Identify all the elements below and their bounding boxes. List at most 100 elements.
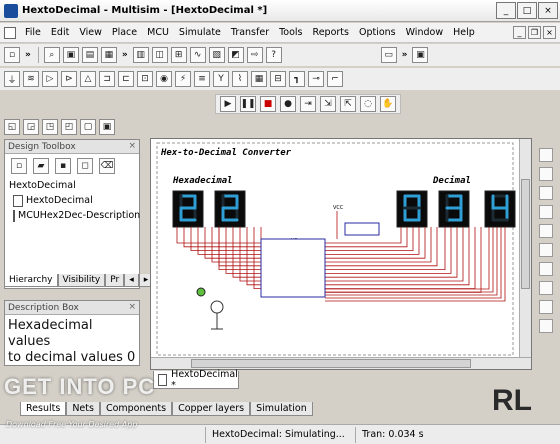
- wattmeter-icon[interactable]: [539, 186, 553, 200]
- stop-icon[interactable]: ■: [260, 96, 276, 112]
- zoom-icon[interactable]: ⌕: [43, 47, 60, 63]
- open-design-icon[interactable]: ▰: [33, 158, 49, 174]
- word-generator-icon[interactable]: [539, 243, 553, 257]
- grapher-icon[interactable]: ∿: [189, 47, 206, 63]
- toolbar-overflow-icon[interactable]: »: [122, 50, 128, 60]
- power-icon[interactable]: ⚡: [175, 71, 191, 87]
- menu-help[interactable]: Help: [448, 27, 480, 38]
- virtual-icon[interactable]: ▣: [99, 119, 115, 135]
- menu-tools[interactable]: Tools: [274, 27, 307, 38]
- component-wizard-icon[interactable]: ⊞: [170, 47, 187, 63]
- misc-icon[interactable]: ≡: [194, 71, 210, 87]
- minimize-button[interactable]: _: [496, 2, 516, 19]
- indicator-icon[interactable]: ◉: [156, 71, 172, 87]
- source-icon[interactable]: ⏚: [4, 71, 20, 87]
- logic-analyzer-icon[interactable]: [539, 262, 553, 276]
- spectrum-analyzer-icon[interactable]: [539, 319, 553, 333]
- doc-minimize-button[interactable]: _: [513, 26, 526, 39]
- virtual-icon[interactable]: ◳: [42, 119, 58, 135]
- resistor-icon[interactable]: ≋: [23, 71, 39, 87]
- rf-icon[interactable]: Y: [213, 71, 229, 87]
- scroll-thumb[interactable]: [521, 179, 530, 289]
- diode-icon[interactable]: ▷: [42, 71, 58, 87]
- bus-icon[interactable]: ┓: [289, 71, 305, 87]
- database-icon[interactable]: ◫: [151, 47, 168, 63]
- wire-icon[interactable]: ⌐: [327, 71, 343, 87]
- run-icon[interactable]: ▶: [220, 96, 236, 112]
- cmos-icon[interactable]: ⊏: [118, 71, 134, 87]
- virtual-icon[interactable]: ◰: [61, 119, 77, 135]
- menu-file[interactable]: File: [20, 27, 46, 38]
- toolbar-overflow-icon[interactable]: »: [25, 50, 31, 60]
- hand-icon[interactable]: ✋: [380, 96, 396, 112]
- spreadsheet-icon[interactable]: ▥: [132, 47, 149, 63]
- electromech-icon[interactable]: ⌇: [232, 71, 248, 87]
- virtual-icon[interactable]: ▢: [80, 119, 96, 135]
- zoom-fit-icon[interactable]: ▤: [81, 47, 98, 63]
- step-icon[interactable]: ⇥: [300, 96, 316, 112]
- logic-converter-icon[interactable]: [539, 281, 553, 295]
- vertical-scrollbar[interactable]: [519, 139, 531, 369]
- erc-icon[interactable]: ◩: [227, 47, 244, 63]
- delete-design-icon[interactable]: ⌫: [99, 158, 115, 174]
- menu-reports[interactable]: Reports: [308, 27, 354, 38]
- tab-visibility[interactable]: Visibility: [57, 274, 106, 287]
- virtual-icon[interactable]: ◲: [23, 119, 39, 135]
- zoom-area-icon[interactable]: ▣: [62, 47, 79, 63]
- tab-project[interactable]: Pr: [105, 274, 125, 287]
- toolbar-overflow-icon[interactable]: »: [402, 50, 408, 60]
- probe-dot-icon[interactable]: ●: [280, 96, 296, 112]
- ttl-icon[interactable]: ⊐: [99, 71, 115, 87]
- menu-transfer[interactable]: Transfer: [226, 27, 274, 38]
- mcu-icon[interactable]: ▦: [251, 71, 267, 87]
- menu-edit[interactable]: Edit: [46, 27, 74, 38]
- help-icon[interactable]: ?: [265, 47, 282, 63]
- menu-place[interactable]: Place: [107, 27, 142, 38]
- close-icon[interactable]: ×: [128, 141, 136, 151]
- doc-close-button[interactable]: ×: [543, 26, 556, 39]
- analog-icon[interactable]: △: [80, 71, 96, 87]
- schematic-canvas[interactable]: Hex-to-Decimal Converter Hexadecimal Dec…: [150, 138, 532, 370]
- tree-item-description[interactable]: MCUHex2Dec-Description: [5, 208, 140, 223]
- breakpoint-icon[interactable]: ◌: [360, 96, 376, 112]
- step-out-icon[interactable]: ⇱: [340, 96, 356, 112]
- tree-item-schematic[interactable]: HextoDecimal: [5, 193, 139, 208]
- scroll-thumb[interactable]: [191, 359, 471, 368]
- transistor-icon[interactable]: ⊳: [61, 71, 77, 87]
- postprocessor-icon[interactable]: ▧: [208, 47, 225, 63]
- virtual-icon[interactable]: ◱: [4, 119, 20, 135]
- bode-plotter-icon[interactable]: [539, 224, 553, 238]
- tab-hierarchy[interactable]: Hierarchy: [4, 274, 58, 287]
- function-generator-icon[interactable]: [539, 167, 553, 181]
- panel-icon[interactable]: ▣: [412, 47, 429, 63]
- close-icon[interactable]: ×: [128, 302, 136, 312]
- probe-icon[interactable]: ⊸: [308, 71, 324, 87]
- oscilloscope-icon[interactable]: [539, 205, 553, 219]
- multimeter-icon[interactable]: [539, 148, 553, 162]
- hier-block-icon[interactable]: ⊟: [270, 71, 286, 87]
- mixed-icon[interactable]: ⊡: [137, 71, 153, 87]
- menu-options[interactable]: Options: [354, 27, 401, 38]
- distortion-analyzer-icon[interactable]: [539, 300, 553, 314]
- tree-item-root[interactable]: HextoDecimal: [5, 178, 139, 193]
- step-into-icon[interactable]: ⇲: [320, 96, 336, 112]
- scroll-left-button[interactable]: ◂: [124, 274, 139, 287]
- pause-icon[interactable]: ❚❚: [240, 96, 256, 112]
- new-design-icon[interactable]: ▫: [11, 158, 27, 174]
- horizontal-scrollbar[interactable]: [151, 357, 531, 369]
- tab-copper-layers[interactable]: Copper layers: [172, 402, 251, 416]
- menu-view[interactable]: View: [74, 27, 107, 38]
- menu-simulate[interactable]: Simulate: [174, 27, 226, 38]
- close-button[interactable]: ×: [538, 2, 558, 19]
- menu-mcu[interactable]: MCU: [142, 27, 174, 38]
- save-design-icon[interactable]: ▪: [55, 158, 71, 174]
- menu-window[interactable]: Window: [401, 27, 448, 38]
- new-file-icon[interactable]: ▫: [4, 47, 20, 63]
- maximize-button[interactable]: □: [517, 2, 537, 19]
- doc-restore-button[interactable]: ❐: [528, 26, 541, 39]
- tab-simulation[interactable]: Simulation: [250, 402, 313, 416]
- full-screen-icon[interactable]: ▦: [100, 47, 117, 63]
- layout-icon[interactable]: ▭: [380, 47, 397, 63]
- close-design-icon[interactable]: ◻: [77, 158, 93, 174]
- transfer-icon[interactable]: ⇨: [246, 47, 263, 63]
